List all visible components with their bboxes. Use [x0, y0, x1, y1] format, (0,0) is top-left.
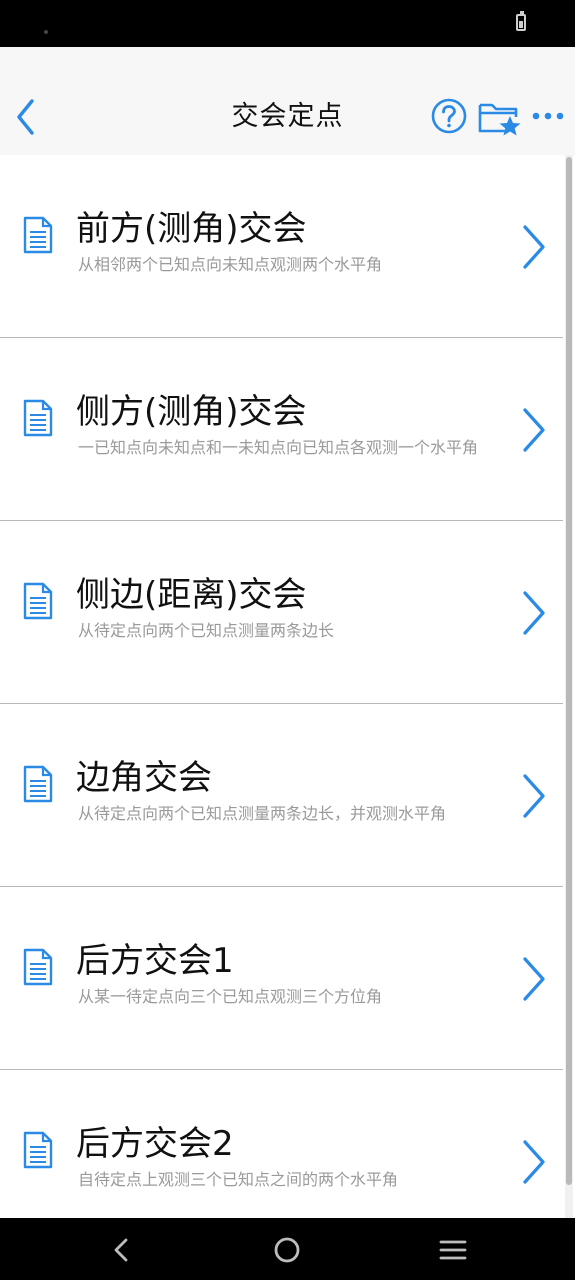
- chevron-right-icon: [523, 591, 545, 635]
- system-recents-button[interactable]: [437, 1234, 469, 1266]
- list-item[interactable]: 边角交会 从待定点向两个已知点测量两条边长，并观测水平角: [0, 704, 563, 887]
- item-title: 侧方(测角)交会: [76, 392, 307, 432]
- document-icon: [23, 765, 53, 803]
- item-title: 前方(测角)交会: [76, 209, 307, 249]
- question-circle-icon: [431, 98, 467, 134]
- item-title: 后方交会1: [76, 941, 234, 981]
- document-icon: [23, 216, 53, 254]
- item-title: 边角交会: [76, 758, 212, 798]
- method-list: 前方(测角)交会 从相邻两个已知点向未知点观测两个水平角 侧方(测角)交会 一已…: [0, 155, 563, 1218]
- help-button[interactable]: [430, 97, 468, 135]
- list-item[interactable]: 侧边(距离)交会 从待定点向两个已知点测量两条边长: [0, 521, 563, 704]
- document-icon: [23, 399, 53, 437]
- list-item[interactable]: 后方交会1 从某一待定点向三个已知点观测三个方位角: [0, 887, 563, 1070]
- system-back-button[interactable]: [106, 1234, 138, 1266]
- more-button[interactable]: [530, 97, 566, 135]
- chevron-right-icon: [523, 225, 545, 269]
- chevron-right-icon: [523, 774, 545, 818]
- app-header: 交会定点: [0, 47, 575, 155]
- item-subtitle: 一已知点向未知点和一未知点向已知点各观测一个水平角: [78, 438, 479, 457]
- home-circle-icon: [274, 1237, 300, 1263]
- list-item[interactable]: 前方(测角)交会 从相邻两个已知点向未知点观测两个水平角: [0, 155, 563, 338]
- chevron-right-icon: [523, 957, 545, 1001]
- camera-dot: [44, 30, 48, 34]
- system-home-button[interactable]: [271, 1234, 303, 1266]
- item-subtitle: 从待定点向两个已知点测量两条边长，并观测水平角: [78, 804, 447, 823]
- battery-icon: [516, 11, 526, 31]
- document-icon: [23, 582, 53, 620]
- system-nav-bar: [0, 1218, 575, 1280]
- list-item[interactable]: 侧方(测角)交会 一已知点向未知点和一未知点向已知点各观测一个水平角: [0, 338, 563, 521]
- item-subtitle: 从待定点向两个已知点测量两条边长: [78, 621, 335, 640]
- chevron-right-icon: [523, 1140, 545, 1184]
- item-title: 侧边(距离)交会: [76, 575, 307, 615]
- scrollbar-thumb[interactable]: [566, 157, 572, 1185]
- list-scrollbar[interactable]: [565, 155, 573, 1218]
- document-icon: [23, 948, 53, 986]
- list-item[interactable]: 后方交会2 自待定点上观测三个已知点之间的两个水平角: [0, 1070, 563, 1218]
- item-title: 后方交会2: [76, 1124, 234, 1164]
- folder-star-icon: [478, 103, 521, 136]
- more-dots-icon: [532, 112, 564, 120]
- back-triangle-icon: [114, 1238, 128, 1262]
- status-bar: [0, 0, 575, 47]
- item-subtitle: 从相邻两个已知点向未知点观测两个水平角: [78, 255, 383, 274]
- chevron-right-icon: [523, 408, 545, 452]
- favorites-folder-button[interactable]: [476, 97, 524, 137]
- menu-lines-icon: [439, 1240, 467, 1260]
- document-icon: [23, 1131, 53, 1169]
- item-subtitle: 自待定点上观测三个已知点之间的两个水平角: [78, 1170, 399, 1189]
- item-subtitle: 从某一待定点向三个已知点观测三个方位角: [78, 987, 383, 1006]
